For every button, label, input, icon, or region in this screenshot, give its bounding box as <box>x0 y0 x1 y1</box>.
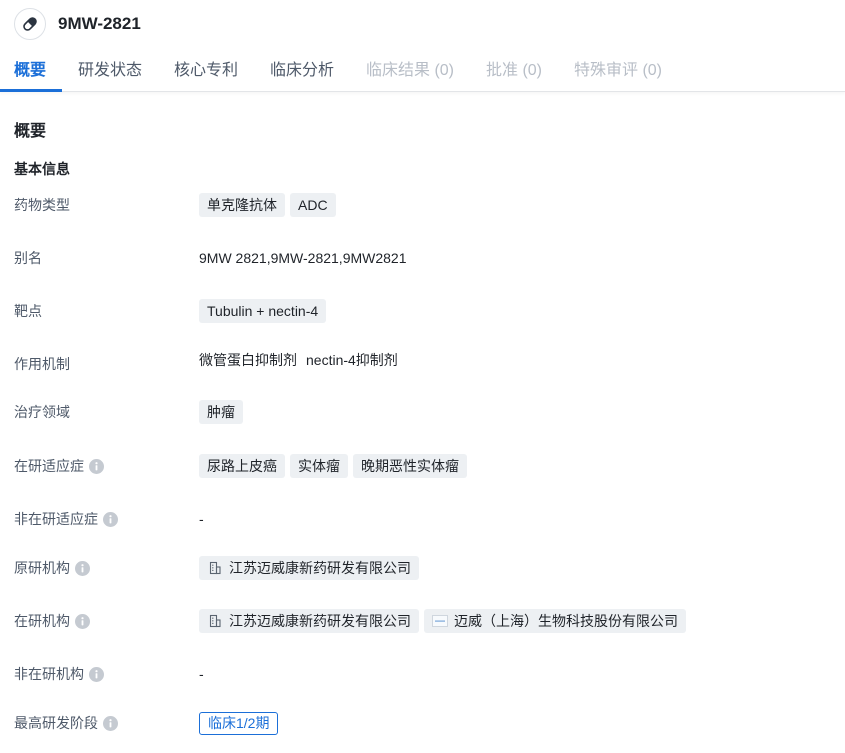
therapeutic-area-tag: 肿瘤 <box>199 400 243 424</box>
info-icon[interactable] <box>75 560 90 576</box>
row-label: 在研机构 <box>14 607 90 635</box>
row-inactive-indications: 非在研适应症 - <box>0 505 845 533</box>
row-inactive-orgs: 非在研机构 - <box>0 660 845 688</box>
row-alias: 别名 9MW 2821,9MW-2821,9MW2821 <box>0 244 845 272</box>
row-active-orgs: 在研机构 江苏迈威康新药研发有限公司 迈威（上海）生物科技股份有限公司 <box>0 607 845 635</box>
row-label: 在研适应症 <box>14 452 104 480</box>
row-label-text: 原研机构 <box>14 560 70 576</box>
row-label: 最高研发阶段 <box>14 709 118 737</box>
info-icon[interactable] <box>75 613 90 629</box>
empty-value: - <box>199 666 204 682</box>
indication-tag[interactable]: 实体瘤 <box>290 454 348 478</box>
row-label: 非在研适应症 <box>14 505 118 533</box>
tab-core-patents[interactable]: 核心专利 <box>174 52 238 92</box>
section-title: 概要 <box>14 123 47 140</box>
pill-icon <box>14 8 46 40</box>
mechanism-item: nectin-4抑制剂 <box>306 352 398 368</box>
drug-header: 9MW-2821 <box>14 8 141 40</box>
indication-tag[interactable]: 尿路上皮癌 <box>199 454 285 478</box>
row-label-text: 在研适应症 <box>14 458 84 474</box>
row-label: 非在研机构 <box>14 660 104 688</box>
subsection-title: 基本信息 <box>14 161 70 177</box>
info-icon[interactable] <box>89 666 104 682</box>
tab-overview[interactable]: 概要 <box>14 52 46 92</box>
info-icon[interactable] <box>103 715 118 731</box>
tab-special-review[interactable]: 特殊审评 (0) <box>574 52 662 92</box>
org-name: 江苏迈威康新药研发有限公司 <box>229 560 411 576</box>
org-name: 迈威（上海）生物科技股份有限公司 <box>454 613 678 629</box>
row-label: 原研机构 <box>14 554 90 582</box>
building-icon <box>207 613 223 629</box>
mechanism-item: 微管蛋白抑制剂 <box>199 352 297 368</box>
row-label-text: 非在研机构 <box>14 666 84 682</box>
building-icon <box>207 560 223 576</box>
org-name: 江苏迈威康新药研发有限公司 <box>229 613 411 629</box>
indication-tag[interactable]: 晚期恶性实体瘤 <box>353 454 467 478</box>
tab-clinical-results[interactable]: 临床结果 (0) <box>366 52 454 92</box>
row-originator: 原研机构 江苏迈威康新药研发有限公司 <box>0 554 845 582</box>
drug-title: 9MW-2821 <box>58 14 141 33</box>
row-target: 靶点 Tubulin + nectin-4 <box>0 297 845 325</box>
tab-rd-status[interactable]: 研发状态 <box>78 52 142 92</box>
phase-badge: 临床1/2期 <box>199 711 279 735</box>
row-label: 别名 <box>14 250 42 266</box>
row-label-text: 非在研适应症 <box>14 511 98 527</box>
row-label-text: 在研机构 <box>14 613 70 629</box>
row-drug-type: 药物类型 单克隆抗体 ADC <box>0 191 845 219</box>
tab-clinical-analysis[interactable]: 临床分析 <box>270 52 334 92</box>
active-tab-indicator <box>0 89 62 92</box>
row-highest-phase: 最高研发阶段 临床1/2期 <box>0 709 845 737</box>
row-label: 治疗领域 <box>14 404 70 420</box>
row-label: 药物类型 <box>14 197 70 213</box>
target-tag[interactable]: Tubulin + nectin-4 <box>199 299 327 323</box>
row-active-indications: 在研适应症 尿路上皮癌 实体瘤 晚期恶性实体瘤 <box>0 452 845 480</box>
org-tag[interactable]: 江苏迈威康新药研发有限公司 <box>199 556 419 580</box>
row-therapeutic-area: 治疗领域 肿瘤 <box>0 398 845 426</box>
row-mechanism: 作用机制 微管蛋白抑制剂 nectin-4抑制剂 <box>0 346 845 374</box>
empty-value: - <box>199 511 204 527</box>
row-label: 作用机制 <box>14 356 70 372</box>
alias-text: 9MW 2821,9MW-2821,9MW2821 <box>199 250 407 266</box>
info-icon[interactable] <box>103 511 118 527</box>
row-label-text: 最高研发阶段 <box>14 715 98 731</box>
tab-approval[interactable]: 批准 (0) <box>486 52 542 92</box>
org-tag[interactable]: 江苏迈威康新药研发有限公司 <box>199 609 419 633</box>
drug-type-tag: 单克隆抗体 <box>199 193 285 217</box>
org-tag[interactable]: 迈威（上海）生物科技股份有限公司 <box>424 609 686 633</box>
row-label: 靶点 <box>14 303 42 319</box>
info-icon[interactable] <box>89 458 104 474</box>
company-logo-icon <box>432 615 448 627</box>
drug-type-tag: ADC <box>290 193 336 217</box>
tab-bar: 概要 研发状态 核心专利 临床分析 临床结果 (0) 批准 (0) 特殊审评 (… <box>0 52 845 92</box>
